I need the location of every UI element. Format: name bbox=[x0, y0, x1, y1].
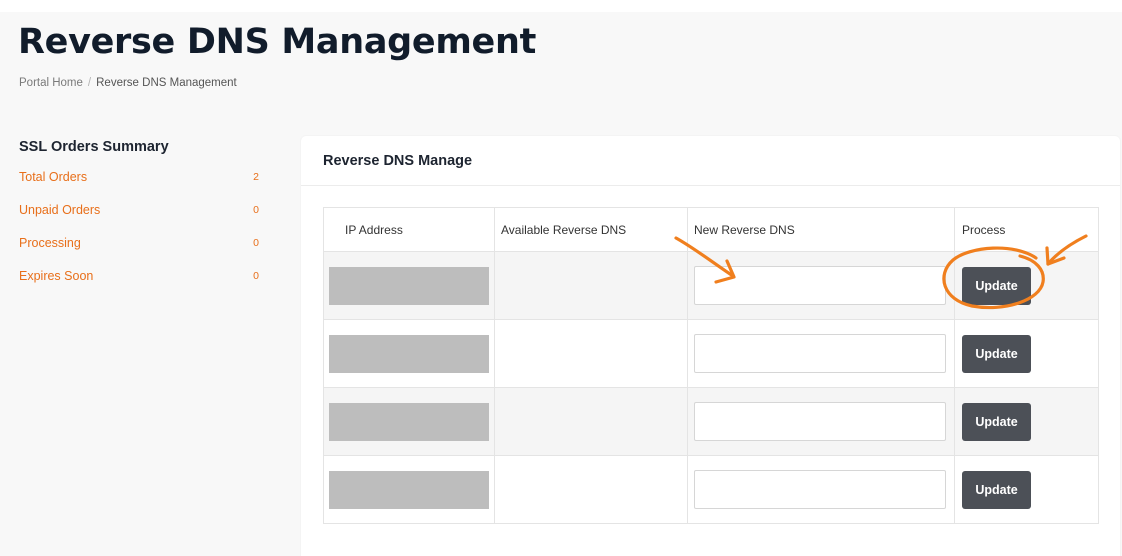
page-title: Reverse DNS Management bbox=[18, 22, 537, 62]
sidebar: SSL Orders Summary Total Orders 2 Unpaid… bbox=[19, 139, 267, 292]
sidebar-item-processing[interactable]: Processing 0 bbox=[19, 226, 267, 259]
available-reverse-dns-cell bbox=[494, 251, 688, 320]
breadcrumb: Portal Home / Reverse DNS Management bbox=[19, 77, 237, 89]
sidebar-item-count: 0 bbox=[253, 236, 259, 249]
update-button[interactable]: Update bbox=[962, 470, 1031, 509]
top-strip bbox=[0, 0, 1122, 12]
sidebar-item-count: 0 bbox=[253, 269, 259, 282]
process-cell: Update bbox=[954, 387, 1099, 456]
column-header-new-reverse-dns: New Reverse DNS bbox=[687, 207, 955, 252]
reverse-dns-table: IP Address Available Reverse DNS New Rev… bbox=[323, 207, 1099, 524]
breadcrumb-separator: / bbox=[87, 77, 92, 89]
ip-address-value bbox=[329, 266, 489, 305]
sidebar-item-label[interactable]: Total Orders bbox=[19, 170, 87, 184]
sidebar-item-total-orders[interactable]: Total Orders 2 bbox=[19, 160, 267, 193]
ip-cell bbox=[323, 251, 495, 320]
column-header-process: Process bbox=[954, 207, 1099, 252]
new-reverse-dns-cell bbox=[687, 387, 955, 456]
table-header-row: IP Address Available Reverse DNS New Rev… bbox=[323, 207, 1099, 252]
ip-address-value bbox=[329, 402, 489, 441]
breadcrumb-current: Reverse DNS Management bbox=[96, 77, 237, 89]
new-reverse-dns-cell bbox=[687, 319, 955, 388]
process-cell: Update bbox=[954, 251, 1099, 320]
update-button[interactable]: Update bbox=[962, 334, 1031, 373]
sidebar-list: Total Orders 2 Unpaid Orders 0 Processin… bbox=[19, 160, 267, 292]
new-reverse-dns-input[interactable] bbox=[694, 402, 946, 441]
breadcrumb-home-link[interactable]: Portal Home bbox=[19, 77, 83, 89]
new-reverse-dns-input[interactable] bbox=[694, 266, 946, 305]
update-button[interactable]: Update bbox=[962, 266, 1031, 305]
sidebar-item-count: 2 bbox=[253, 170, 259, 183]
available-reverse-dns-cell bbox=[494, 319, 688, 388]
ip-cell bbox=[323, 387, 495, 456]
available-reverse-dns-cell bbox=[494, 387, 688, 456]
process-cell: Update bbox=[954, 455, 1099, 524]
sidebar-item-label[interactable]: Expires Soon bbox=[19, 269, 93, 283]
available-reverse-dns-cell bbox=[494, 455, 688, 524]
ip-cell bbox=[323, 319, 495, 388]
reverse-dns-panel: Reverse DNS Manage IP Address Available … bbox=[301, 136, 1120, 556]
update-button[interactable]: Update bbox=[962, 402, 1031, 441]
column-header-ip-address: IP Address bbox=[323, 207, 495, 252]
sidebar-item-label[interactable]: Processing bbox=[19, 236, 81, 250]
panel-title: Reverse DNS Manage bbox=[301, 136, 1120, 186]
new-reverse-dns-input[interactable] bbox=[694, 334, 946, 373]
sidebar-item-expires-soon[interactable]: Expires Soon 0 bbox=[19, 259, 267, 292]
new-reverse-dns-cell bbox=[687, 251, 955, 320]
sidebar-title: SSL Orders Summary bbox=[19, 139, 169, 155]
sidebar-item-unpaid-orders[interactable]: Unpaid Orders 0 bbox=[19, 193, 267, 226]
ip-cell bbox=[323, 455, 495, 524]
table-row: Update bbox=[323, 251, 1099, 320]
column-header-available-reverse-dns: Available Reverse DNS bbox=[494, 207, 688, 252]
table-row: Update bbox=[323, 387, 1099, 456]
ip-address-value bbox=[329, 334, 489, 373]
sidebar-item-label[interactable]: Unpaid Orders bbox=[19, 203, 100, 217]
process-cell: Update bbox=[954, 319, 1099, 388]
new-reverse-dns-input[interactable] bbox=[694, 470, 946, 509]
ip-address-value bbox=[329, 470, 489, 509]
table-row: Update bbox=[323, 455, 1099, 524]
new-reverse-dns-cell bbox=[687, 455, 955, 524]
table-row: Update bbox=[323, 319, 1099, 388]
sidebar-item-count: 0 bbox=[253, 203, 259, 216]
